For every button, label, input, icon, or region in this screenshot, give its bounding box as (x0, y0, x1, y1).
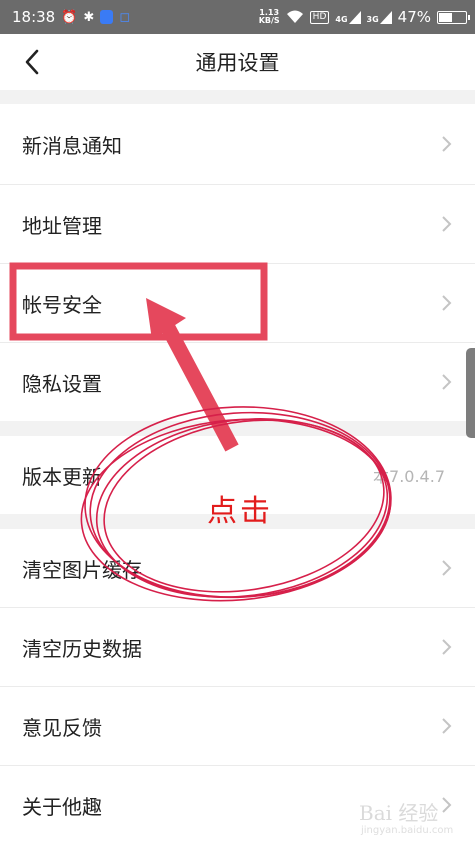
settings-row-feedback[interactable]: 意见反馈 (0, 687, 475, 765)
chevron-right-icon (442, 216, 452, 232)
status-left: 18:38 ⏰ ✱ ◻ (12, 8, 130, 26)
battery-fill (439, 12, 453, 22)
section-gap (0, 90, 475, 104)
row-label: 清空图片缓存 (22, 557, 142, 582)
shield-app-icon (100, 10, 114, 24)
row-label: 隐私设置 (22, 371, 102, 396)
settings-row-account-security[interactable]: 帐号安全 (0, 264, 475, 342)
hd-icon: HD (309, 10, 330, 24)
status-bar: 18:38 ⏰ ✱ ◻ 1.13 KB/S HD 4G 3G 47% (0, 0, 475, 34)
scroll-indicator[interactable] (466, 348, 475, 438)
wifi-icon (286, 10, 303, 23)
battery-icon (437, 10, 470, 24)
navigation-bar: 通用设置 (0, 34, 475, 90)
baidu-jingyan-watermark: Bai 经验 jingyan.baidu.com (349, 797, 469, 843)
row-label: 帐号安全 (22, 292, 102, 317)
annotation-click-text: 点击 (207, 494, 273, 529)
battery-percent: 47% (397, 8, 431, 26)
watermark-url: jingyan.baidu.com (361, 825, 454, 836)
row-label: 清空历史数据 (22, 636, 142, 661)
signal-3g-label: 3G (366, 14, 379, 24)
row-label: 版本更新 (22, 464, 102, 489)
app-notification-icon: ◻ (119, 9, 131, 25)
network-speed-unit: KB/S (258, 16, 280, 25)
chevron-left-icon (25, 49, 39, 75)
back-button[interactable] (14, 44, 50, 80)
section-gap (0, 421, 475, 436)
row-label: 意见反馈 (22, 715, 102, 740)
settings-row-new-message-notification[interactable]: 新消息通知 (0, 105, 475, 183)
watermark-brand: Bai 经验 (359, 801, 439, 825)
settings-row-address-management[interactable]: 地址管理 (0, 185, 475, 263)
version-value: 本7.0.4.7 (373, 467, 445, 486)
chevron-right-icon (442, 295, 452, 311)
chevron-right-icon (442, 560, 452, 576)
signal-3g-icon: 3G (366, 10, 392, 24)
bluetooth-icon: ✱ (83, 9, 95, 25)
settings-row-privacy-settings[interactable]: 隐私设置 (0, 343, 475, 421)
settings-row-clear-image-cache[interactable]: 清空图片缓存 (0, 529, 475, 607)
signal-4g-icon: 4G (335, 10, 361, 24)
alarm-icon: ⏰ (61, 9, 78, 25)
signal-4g-label: 4G (335, 14, 348, 24)
page-title: 通用设置 (195, 51, 280, 75)
status-time: 18:38 (12, 8, 56, 26)
row-label: 地址管理 (22, 213, 102, 238)
chevron-right-icon (442, 718, 452, 734)
settings-row-clear-history-data[interactable]: 清空历史数据 (0, 608, 475, 686)
network-speed: 1.13 KB/S (259, 9, 280, 25)
chevron-right-icon (442, 374, 452, 390)
status-right: 1.13 KB/S HD 4G 3G 47% (259, 8, 470, 26)
chevron-right-icon (442, 136, 452, 152)
row-label: 新消息通知 (22, 133, 122, 158)
chevron-right-icon (442, 639, 452, 655)
